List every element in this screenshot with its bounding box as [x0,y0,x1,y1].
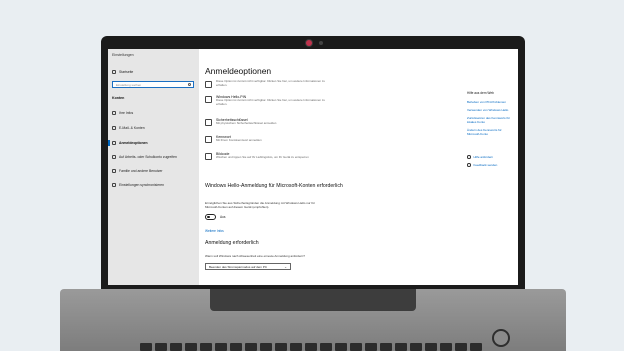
get-help-link[interactable]: Hilfe anfordern [467,155,493,159]
settings-main: Anmeldeoptionen Diese Option ist zurzeit… [199,49,518,285]
help-link-hello[interactable]: Verwenden von Windows Hello [467,108,515,113]
feedback-icon [467,163,471,167]
keyboard-keys [140,339,486,351]
sidebar-item-sync[interactable]: Einstellungen synchronisieren [112,183,164,187]
sidebar-item-label: Ihre Infos [119,111,134,115]
key-icon [112,141,116,145]
window-title: Einstellungen [112,53,134,57]
help-link-change-ms[interactable]: Ändern des Kennworts für Microsoft-Konto [467,128,515,137]
sidebar-item-signin-options[interactable]: Anmeldeoptionen [112,141,148,145]
option-desc: Wischen und tippen Sie auf Ihr Lieblings… [216,155,309,160]
option-desc: Mit physischem Sicherheitsschlüssel anme… [216,121,277,126]
mail-icon [112,126,116,130]
feedback-link[interactable]: Feedback senden [467,163,497,167]
sidebar-item-label: Familie und andere Benutzer [119,169,163,173]
more-info-link[interactable]: Weitere Infos [205,229,224,233]
usb-key-icon [205,119,212,126]
toggle-state-label: Aus [220,215,226,219]
power-button-icon [492,329,510,347]
search-input[interactable]: Einstellung suchen [112,81,194,88]
pin-icon [205,96,212,103]
help-link-reset-local[interactable]: Zurücksetzen des Kennworts für lokales K… [467,116,515,125]
home-icon [112,70,116,74]
option-password[interactable]: Kennwort Mit Ihrem Kontokennwort anmelde… [205,135,328,143]
sidebar-item-label: Einstellungen synchronisieren [119,183,165,187]
sidebar-item-label: Auf Arbeits- oder Schulkonto zugreifen [119,155,177,159]
person-icon [112,111,116,115]
key-icon [205,136,212,143]
face-icon [205,81,212,88]
option-pin[interactable]: Windows Hello-PIN Diese Option ist zurze… [205,95,328,107]
settings-sidebar: Einstellungen Startseite Einstellung suc… [108,49,199,285]
sidebar-item-email[interactable]: E-Mail- & Konten [112,126,145,130]
search-placeholder: Einstellung suchen [116,83,142,87]
sidebar-item-info[interactable]: Ihre Infos [112,111,133,115]
require-signin-dropdown[interactable]: Beenden des Stromsparmodus auf dem PC ⌄ [205,263,291,270]
hinge [210,289,416,311]
sidebar-item-label: E-Mail- & Konten [119,126,145,130]
option-picture-password[interactable]: Bildcode Wischen und tippen Sie auf Ihr … [205,152,328,160]
help-heading: Hilfe aus dem Web [467,91,494,95]
page-title: Anmeldeoptionen [205,66,272,76]
option-face[interactable]: Diese Option ist zurzeit nicht verfügbar… [205,79,328,88]
feedback-label: Feedback senden [473,163,498,167]
search-icon [188,83,191,86]
sidebar-item-label: Anmeldeoptionen [119,141,148,145]
option-desc: Diese Option ist zurzeit nicht verfügbar… [216,79,325,87]
camera-sensor [319,41,323,45]
required-signin-question: Wann soll Windows nach Abwesenheit eine … [205,254,305,258]
laptop-keyboard-deck [60,289,566,351]
sync-icon [112,183,116,187]
dropdown-value: Beenden des Stromsparmodus auf dem PC [209,265,268,269]
picture-icon [205,153,212,160]
sidebar-section-heading: Konten [112,96,125,100]
webcam-icon [306,40,312,46]
hello-required-toggle[interactable] [205,214,216,220]
sidebar-item-family[interactable]: Familie und andere Benutzer [112,169,163,173]
sidebar-item-work-access[interactable]: Auf Arbeits- oder Schulkonto zugreifen [112,155,177,159]
briefcase-icon [112,155,116,159]
option-desc: Diese Option ist zurzeit nicht verfügbar… [216,98,325,106]
hello-required-desc: Ermöglichen Sie aus Sicherheitsgründen d… [205,201,315,209]
option-desc: Mit Ihrem Kontokennwort anmelden [216,138,262,143]
help-link-pin[interactable]: Beheben von PIN-Problemen [467,100,515,105]
nav-home[interactable]: Startseite [112,70,133,74]
nav-home-label: Startseite [119,70,134,74]
chevron-down-icon: ⌄ [284,265,287,269]
required-signin-heading: Anmeldung erforderlich [205,240,259,246]
laptop-screen: Einstellungen Startseite Einstellung suc… [108,49,518,285]
get-help-label: Hilfe anfordern [473,155,494,159]
help-icon [467,155,471,159]
family-icon [112,169,116,173]
hello-required-heading: Windows Hello-Anmeldung für Microsoft-Ko… [205,183,343,189]
active-indicator [108,140,110,146]
option-security-key[interactable]: Sicherheitsschlüssel Mit physischem Sich… [205,118,328,126]
